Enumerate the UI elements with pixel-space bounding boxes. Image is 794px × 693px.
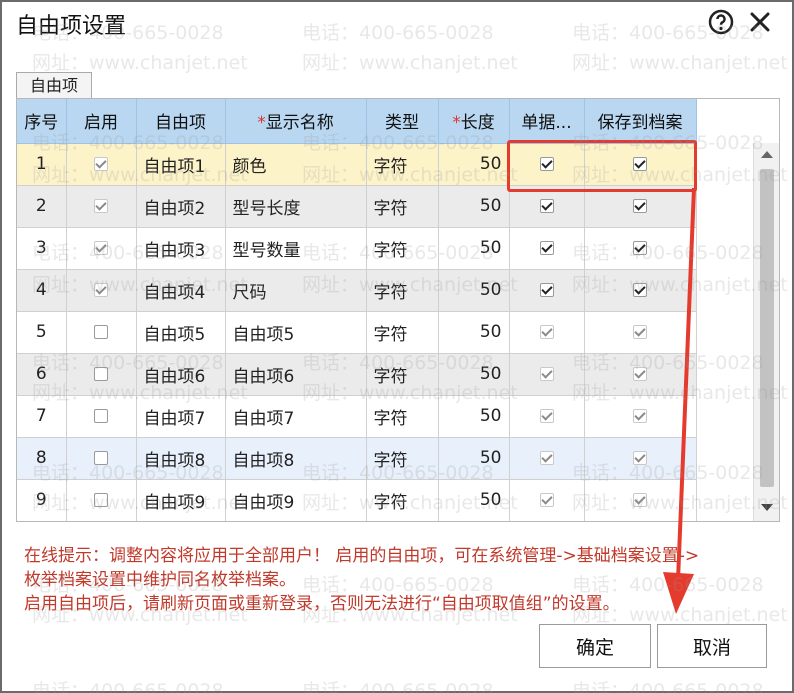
- red-arrow-annotation: [663, 187, 696, 614]
- dialog: 自由项设置 自由项 序号 启用 自由项 *显示名称 类型 *长度 单据... 保…: [0, 0, 794, 693]
